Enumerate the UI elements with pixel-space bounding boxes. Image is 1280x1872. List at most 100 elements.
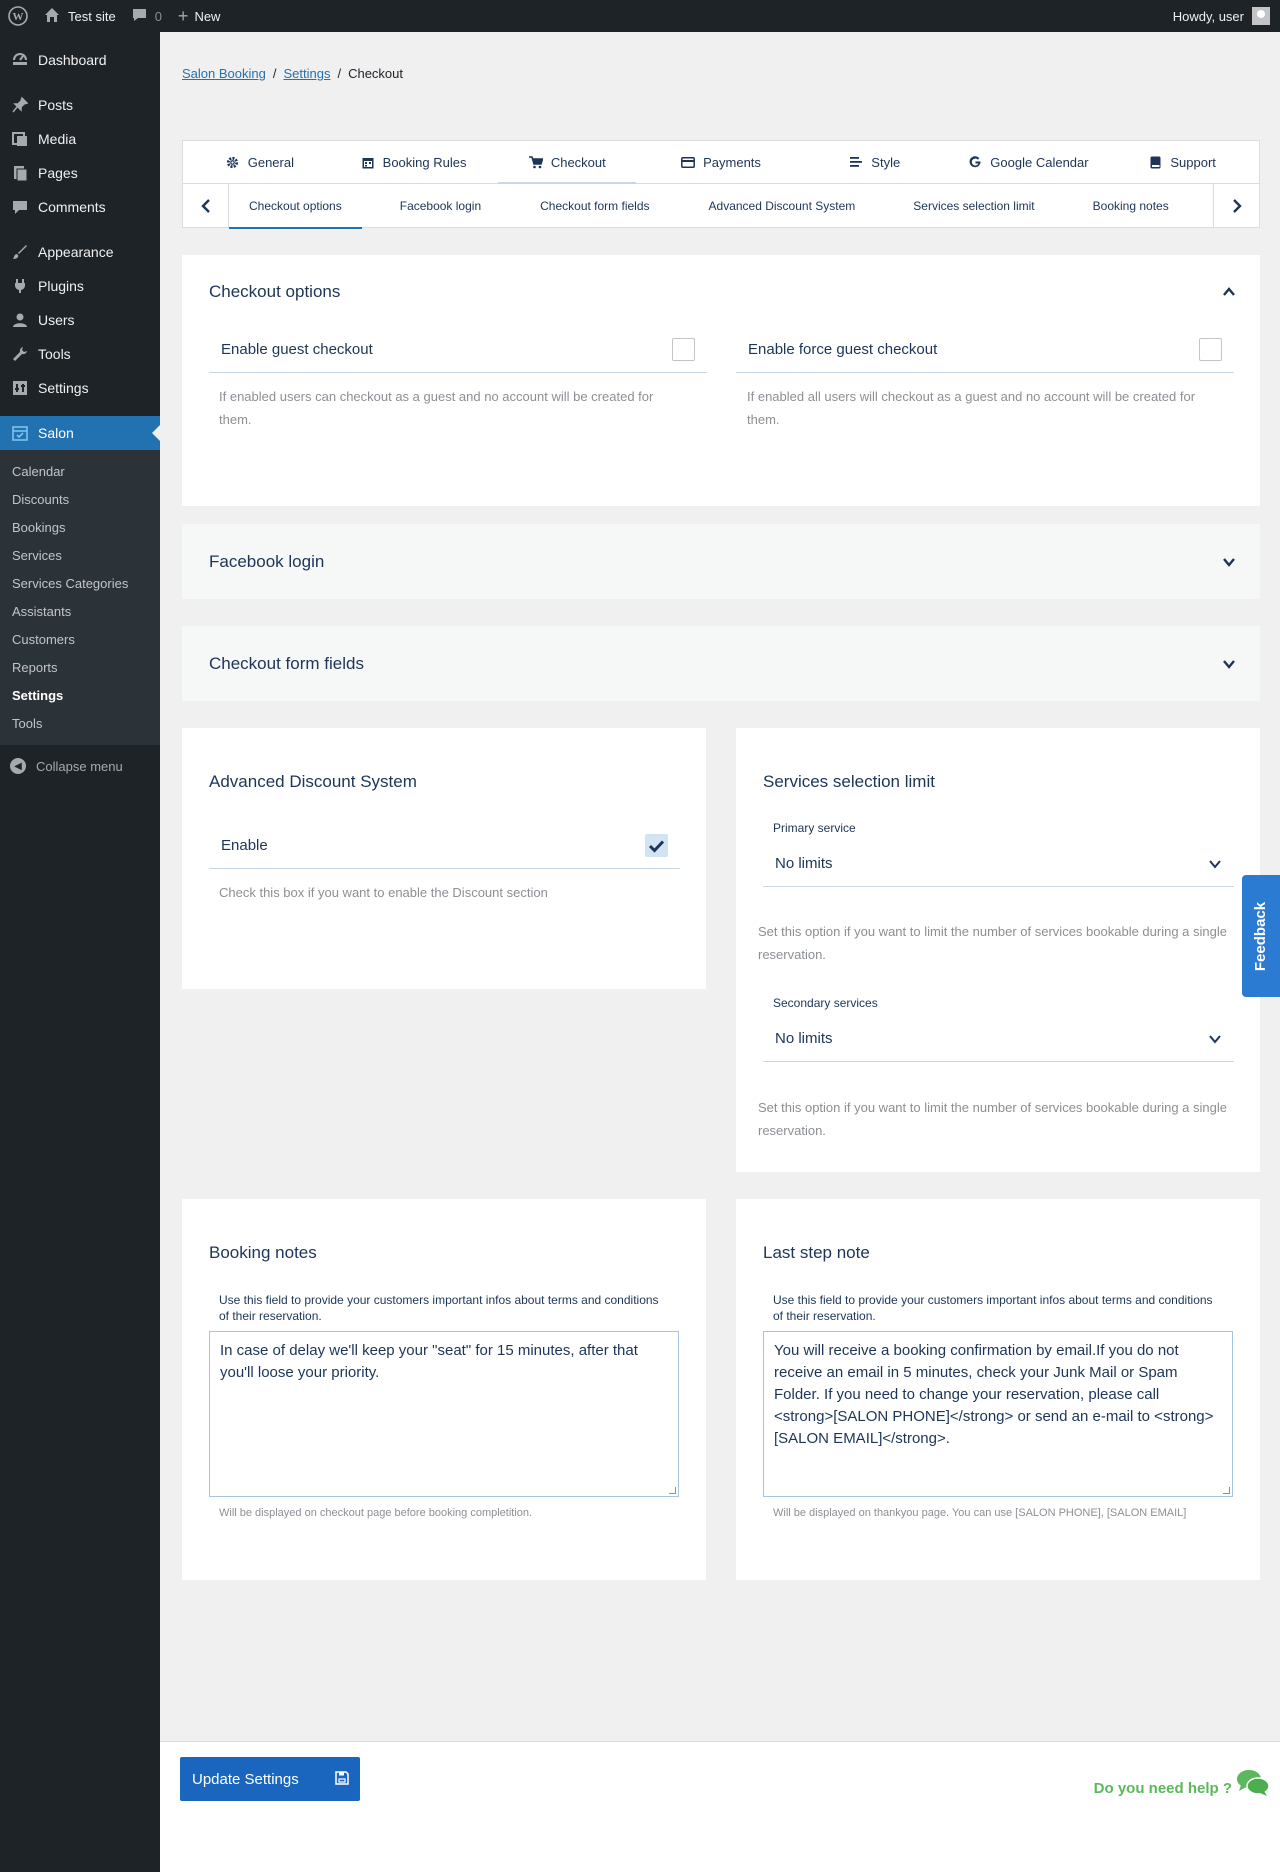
secondary-services-value: No limits bbox=[775, 1030, 833, 1047]
chevron-down-icon[interactable] bbox=[1222, 657, 1236, 671]
sidebar-item-tools[interactable]: Tools bbox=[0, 337, 160, 371]
submenu-item-services-categories[interactable]: Services Categories bbox=[0, 569, 160, 597]
section-subtabs: Checkout options Facebook login Checkout… bbox=[182, 183, 1260, 229]
discount-enable-checkbox[interactable] bbox=[645, 834, 668, 857]
salon-submenu: Calendar Discounts Bookings Services Ser… bbox=[0, 450, 160, 745]
submenu-item-discounts[interactable]: Discounts bbox=[0, 485, 160, 513]
site-name: Test site bbox=[68, 8, 116, 24]
sidebar-item-plugins[interactable]: Plugins bbox=[0, 269, 160, 303]
primary-service-value: No limits bbox=[775, 855, 833, 872]
last-step-note-help: Will be displayed on thankyou page. You … bbox=[773, 1507, 1187, 1519]
sidebar-item-media[interactable]: Media bbox=[0, 122, 160, 156]
primary-service-label: Primary service bbox=[773, 821, 856, 835]
subtab-checkout-options[interactable]: Checkout options bbox=[229, 184, 362, 229]
feedback-tab[interactable]: Feedback bbox=[1242, 875, 1280, 997]
submenu-item-bookings[interactable]: Bookings bbox=[0, 513, 160, 541]
site-name-link[interactable]: Test site bbox=[36, 0, 124, 32]
tab-general[interactable]: General bbox=[183, 140, 337, 184]
breadcrumb-salon-booking[interactable]: Salon Booking bbox=[182, 66, 266, 81]
subtab-advanced-discount-system[interactable]: Advanced Discount System bbox=[671, 184, 894, 228]
update-settings-button[interactable]: Update Settings bbox=[180, 1757, 360, 1801]
guest-checkout-row: Enable guest checkout bbox=[209, 327, 707, 373]
submenu-item-tools[interactable]: Tools bbox=[0, 709, 160, 737]
scroll-left-button[interactable] bbox=[183, 183, 229, 228]
scroll-right-button[interactable] bbox=[1213, 183, 1259, 228]
facebook-login-panel[interactable]: Facebook login bbox=[182, 524, 1260, 599]
force-guest-checkout-row: Enable force guest checkout bbox=[736, 327, 1234, 373]
last-step-note-label: Use this field to provide your customers… bbox=[773, 1293, 1213, 1323]
tab-label: Google Calendar bbox=[990, 154, 1089, 170]
calendar-icon bbox=[10, 423, 30, 443]
services-selection-limit-panel: Services selection limit Primary service… bbox=[736, 728, 1260, 1172]
pin-icon bbox=[10, 95, 30, 115]
sidebar-item-users[interactable]: Users bbox=[0, 303, 160, 337]
tab-checkout[interactable]: Checkout bbox=[490, 140, 644, 185]
subtab-facebook-login[interactable]: Facebook login bbox=[362, 184, 519, 228]
secondary-services-select[interactable]: No limits bbox=[763, 1016, 1234, 1062]
tab-label: Support bbox=[1170, 154, 1216, 170]
tab-google-calendar[interactable]: Google Calendar bbox=[952, 140, 1106, 184]
sidebar-label: Posts bbox=[38, 97, 74, 113]
tab-booking-rules[interactable]: Booking Rules bbox=[337, 140, 491, 184]
chat-bubbles-icon[interactable] bbox=[1236, 1768, 1270, 1798]
account-menu[interactable]: Howdy, user bbox=[1173, 7, 1280, 25]
panel-title: Advanced Discount System bbox=[209, 772, 417, 791]
sidebar-item-posts[interactable]: Posts bbox=[0, 88, 160, 122]
last-step-note-panel: Last step note Use this field to provide… bbox=[736, 1199, 1260, 1580]
collapse-menu-button[interactable]: ◀ Collapse menu bbox=[0, 749, 160, 783]
comments-link[interactable]: 0 bbox=[124, 0, 170, 32]
submenu-item-settings[interactable]: Settings bbox=[0, 681, 160, 709]
force-guest-checkout-checkbox[interactable] bbox=[1199, 338, 1222, 361]
submenu-item-customers[interactable]: Customers bbox=[0, 625, 160, 653]
sidebar-label: Dashboard bbox=[38, 52, 107, 68]
checkout-form-fields-panel[interactable]: Checkout form fields bbox=[182, 626, 1260, 701]
sidebar-item-comments[interactable]: Comments bbox=[0, 190, 160, 224]
sidebar-item-dashboard[interactable]: Dashboard bbox=[0, 43, 160, 77]
submenu-item-services[interactable]: Services bbox=[0, 541, 160, 569]
submenu-item-calendar[interactable]: Calendar bbox=[0, 457, 160, 485]
main-content: Salon Booking / Settings / Checkout General … bbox=[160, 32, 1280, 1872]
primary-service-select[interactable]: No limits bbox=[763, 841, 1234, 887]
tab-payments[interactable]: Payments bbox=[644, 140, 798, 184]
subtab-services-selection-limit[interactable]: Services selection limit bbox=[893, 184, 1054, 228]
tab-label: General bbox=[247, 154, 294, 170]
sidebar-item-salon[interactable]: Salon bbox=[0, 416, 160, 450]
breadcrumb-current: Checkout bbox=[348, 66, 403, 81]
advanced-discount-panel: Advanced Discount System Enable Check th… bbox=[182, 728, 706, 989]
wrench-icon bbox=[10, 344, 30, 364]
panel-title: Services selection limit bbox=[763, 772, 935, 791]
sidebar-label: Comments bbox=[38, 199, 106, 215]
howdy-text: Howdy, user bbox=[1172, 8, 1244, 24]
booking-notes-textarea[interactable]: In case of delay we'll keep your "seat" … bbox=[209, 1331, 679, 1497]
dashboard-icon bbox=[10, 50, 30, 70]
submenu-item-reports[interactable]: Reports bbox=[0, 653, 160, 681]
wordpress-logo-icon[interactable]: W bbox=[0, 0, 36, 32]
home-icon bbox=[44, 7, 60, 26]
sidebar-label: Media bbox=[38, 131, 77, 147]
sidebar-label: Salon bbox=[38, 425, 74, 441]
chevron-up-icon[interactable] bbox=[1222, 285, 1236, 299]
sidebar-label: Pages bbox=[38, 165, 78, 181]
sidebar-label: Tools bbox=[38, 346, 71, 362]
chevron-down-icon[interactable] bbox=[1222, 555, 1236, 569]
guest-checkout-checkbox[interactable] bbox=[672, 338, 695, 361]
sidebar-item-settings[interactable]: Settings bbox=[0, 371, 160, 405]
tab-style[interactable]: Style bbox=[798, 140, 952, 184]
discount-enable-row: Enable bbox=[209, 823, 680, 869]
plug-icon bbox=[10, 276, 30, 296]
subtab-booking-notes[interactable]: Booking notes bbox=[1055, 184, 1207, 228]
submenu-item-assistants[interactable]: Assistants bbox=[0, 597, 160, 625]
sidebar-item-pages[interactable]: Pages bbox=[0, 156, 160, 190]
force-guest-checkout-label: Enable force guest checkout bbox=[748, 341, 938, 358]
secondary-services-help: Set this option if you want to limit the… bbox=[758, 1100, 1227, 1138]
new-content-link[interactable]: + New bbox=[170, 0, 229, 32]
calendar-icon bbox=[361, 155, 375, 169]
floppy-disk-icon bbox=[335, 1771, 349, 1785]
tab-support[interactable]: Support bbox=[1105, 140, 1259, 184]
breadcrumb-settings[interactable]: Settings bbox=[283, 66, 330, 81]
help-link[interactable]: Do you need help ? bbox=[1094, 1780, 1232, 1797]
tab-label: Style bbox=[871, 154, 901, 170]
subtab-checkout-form-fields[interactable]: Checkout form fields bbox=[519, 184, 670, 228]
last-step-note-textarea[interactable]: You will receive a booking confirmation … bbox=[763, 1331, 1233, 1497]
sidebar-item-appearance[interactable]: Appearance bbox=[0, 235, 160, 269]
